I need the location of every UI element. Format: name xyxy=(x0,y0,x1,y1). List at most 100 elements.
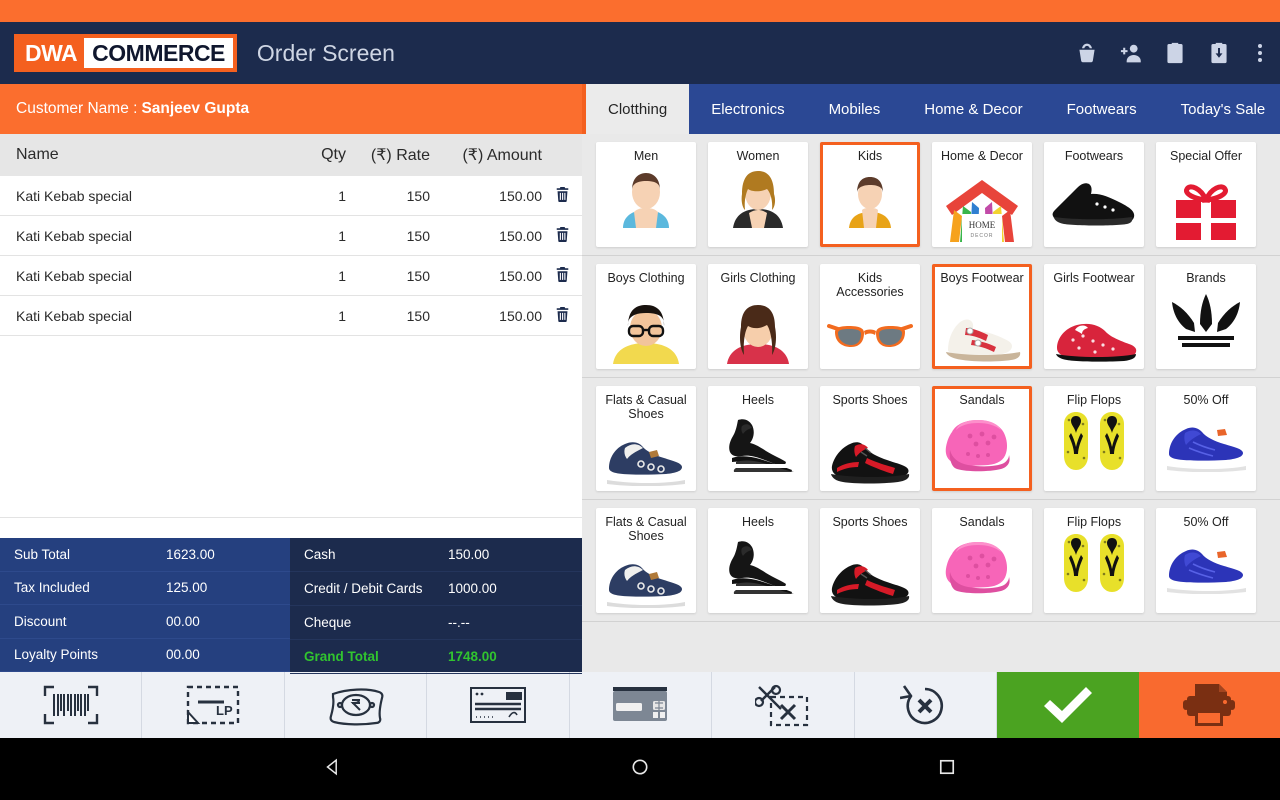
product-card-50-off[interactable]: 50% Off xyxy=(1156,508,1256,613)
table-row[interactable]: Kati Kebab special 1 150 150.00 xyxy=(0,216,582,256)
man-avatar-icon xyxy=(603,166,689,228)
product-card-label: Girls Footwear xyxy=(1053,271,1134,299)
row-item-qty[interactable]: 1 xyxy=(270,308,346,324)
product-card-label: Special Offer xyxy=(1170,149,1242,177)
product-card-girls-clothing[interactable]: Girls Clothing xyxy=(708,264,808,369)
product-card-women[interactable]: Women xyxy=(708,142,808,247)
cash-payment-button[interactable] xyxy=(285,672,427,738)
back-button[interactable] xyxy=(322,756,344,783)
clipboard-download-icon[interactable] xyxy=(1206,40,1232,66)
product-card-kids-accessories[interactable]: Kids Accessories xyxy=(820,264,920,369)
category-row: Boys Clothing Girls Clothing Kids Access… xyxy=(582,256,1280,378)
tab-today-s-sale[interactable]: Today's Sale xyxy=(1159,84,1280,134)
product-card-men[interactable]: Men xyxy=(596,142,696,247)
delete-row-button[interactable] xyxy=(542,306,582,326)
product-card-50-off[interactable]: 50% Off xyxy=(1156,386,1256,491)
product-card-label: Kids xyxy=(858,149,882,163)
recents-button[interactable] xyxy=(936,756,958,783)
row-item-qty[interactable]: 1 xyxy=(270,228,346,244)
payment-label: Credit / Debit Cards xyxy=(304,581,448,596)
tab-mobiles[interactable]: Mobiles xyxy=(807,84,903,134)
payment-value: 1000.00 xyxy=(448,581,568,596)
payment-value: --.-- xyxy=(448,615,568,630)
table-row[interactable]: Kati Kebab special 1 150 150.00 xyxy=(0,176,582,216)
row-item-qty[interactable]: 1 xyxy=(270,268,346,284)
product-card-heels[interactable]: Heels xyxy=(708,508,808,613)
product-card-girls-footwear[interactable]: Girls Footwear xyxy=(1044,264,1144,369)
payment-label: Cheque xyxy=(304,615,448,630)
product-card-label: 50% Off xyxy=(1184,393,1229,407)
barcode-scan-button[interactable] xyxy=(0,672,142,738)
total-value: 00.00 xyxy=(166,647,276,662)
category-rows: Men Women Kids Home & Decor HOMEDECOR Fo… xyxy=(582,134,1280,622)
product-card-label: Men xyxy=(634,149,658,163)
tab-clotthing[interactable]: Clotthing xyxy=(582,84,689,134)
clipboard-icon[interactable] xyxy=(1162,40,1188,66)
product-card-flip-flops[interactable]: Flip Flops xyxy=(1044,508,1144,613)
table-row[interactable]: Kati Kebab special 1 150 150.00 xyxy=(0,256,582,296)
confirm-order-button[interactable] xyxy=(997,672,1138,738)
total-label: Loyalty Points xyxy=(14,647,166,662)
product-card-sports-shoes[interactable]: Sports Shoes xyxy=(820,386,920,491)
product-card-label: Flip Flops xyxy=(1067,393,1121,407)
home-button[interactable] xyxy=(629,756,651,783)
product-card-heels[interactable]: Heels xyxy=(708,386,808,491)
card-payment-button[interactable] xyxy=(570,672,712,738)
product-card-label: Boys Footwear xyxy=(940,271,1023,299)
product-card-sandals[interactable]: Sandals xyxy=(932,508,1032,613)
order-screen-root: DWA COMMERCE Order Screen Customer Name xyxy=(0,0,1280,800)
total-value: 125.00 xyxy=(166,580,276,595)
product-card-flats-casual-shoes[interactable]: Flats & Casual Shoes xyxy=(596,508,696,613)
delete-row-button[interactable] xyxy=(542,186,582,206)
sneaker-icon xyxy=(1051,166,1137,228)
trash-icon xyxy=(555,226,570,246)
barcode-icon xyxy=(42,684,100,726)
customer-label: Customer Name : xyxy=(16,100,137,118)
product-card-sandals[interactable]: Sandals xyxy=(932,386,1032,491)
delete-row-button[interactable] xyxy=(542,266,582,286)
trash-icon xyxy=(555,266,570,286)
delete-row-button[interactable] xyxy=(542,226,582,246)
sports-shoe-icon xyxy=(827,424,913,486)
product-card-label: Sandals xyxy=(959,515,1004,529)
column-header-rate: (₹) Rate xyxy=(346,145,430,165)
product-card-home-decor[interactable]: Home & Decor HOMEDECOR xyxy=(932,142,1032,247)
cancel-order-button[interactable] xyxy=(855,672,997,738)
row-item-amount: 150.00 xyxy=(430,308,542,324)
checkmark-icon xyxy=(1040,684,1096,726)
totals-right-column: Cash 150.00 Credit / Debit Cards 1000.00… xyxy=(290,538,582,672)
basket-icon[interactable] xyxy=(1074,40,1100,66)
product-card-flip-flops[interactable]: Flip Flops xyxy=(1044,386,1144,491)
red-flats-icon xyxy=(1051,302,1137,364)
tab-home-decor[interactable]: Home & Decor xyxy=(902,84,1044,134)
product-card-flats-casual-shoes[interactable]: Flats & Casual Shoes xyxy=(596,386,696,491)
tab-label: Today's Sale xyxy=(1181,101,1266,118)
row-item-qty[interactable]: 1 xyxy=(270,188,346,204)
add-person-icon[interactable] xyxy=(1118,40,1144,66)
product-card-label: Boys Clothing xyxy=(607,271,684,299)
tab-footwears[interactable]: Footwears xyxy=(1045,84,1159,134)
product-card-special-offer[interactable]: Special Offer xyxy=(1156,142,1256,247)
row-item-name: Kati Kebab special xyxy=(0,228,270,244)
cheque-payment-button[interactable] xyxy=(427,672,569,738)
payment-row: Grand Total 1748.00 xyxy=(290,640,582,674)
tab-electronics[interactable]: Electronics xyxy=(689,84,806,134)
payment-value: 1748.00 xyxy=(448,649,568,664)
loyalty-points-button[interactable]: LP xyxy=(142,672,284,738)
customer-bar[interactable]: Customer Name : Sanjeev Gupta xyxy=(0,84,582,134)
scissors-coupon-icon xyxy=(755,683,811,727)
order-panel: Customer Name : Sanjeev Gupta Name Qty (… xyxy=(0,84,582,672)
product-card-kids[interactable]: Kids xyxy=(820,142,920,247)
product-card-label: Heels xyxy=(742,515,774,529)
discount-button[interactable] xyxy=(712,672,854,738)
product-card-boys-clothing[interactable]: Boys Clothing xyxy=(596,264,696,369)
overflow-menu-icon[interactable] xyxy=(1250,44,1270,62)
product-card-brands[interactable]: Brands xyxy=(1156,264,1256,369)
product-card-boys-footwear[interactable]: Boys Footwear xyxy=(932,264,1032,369)
product-card-sports-shoes[interactable]: Sports Shoes xyxy=(820,508,920,613)
product-card-footwears[interactable]: Footwears xyxy=(1044,142,1144,247)
payment-label: Cash xyxy=(304,547,448,562)
total-label: Tax Included xyxy=(14,580,166,595)
table-row[interactable]: Kati Kebab special 1 150 150.00 xyxy=(0,296,582,336)
print-receipt-button[interactable] xyxy=(1139,672,1280,738)
